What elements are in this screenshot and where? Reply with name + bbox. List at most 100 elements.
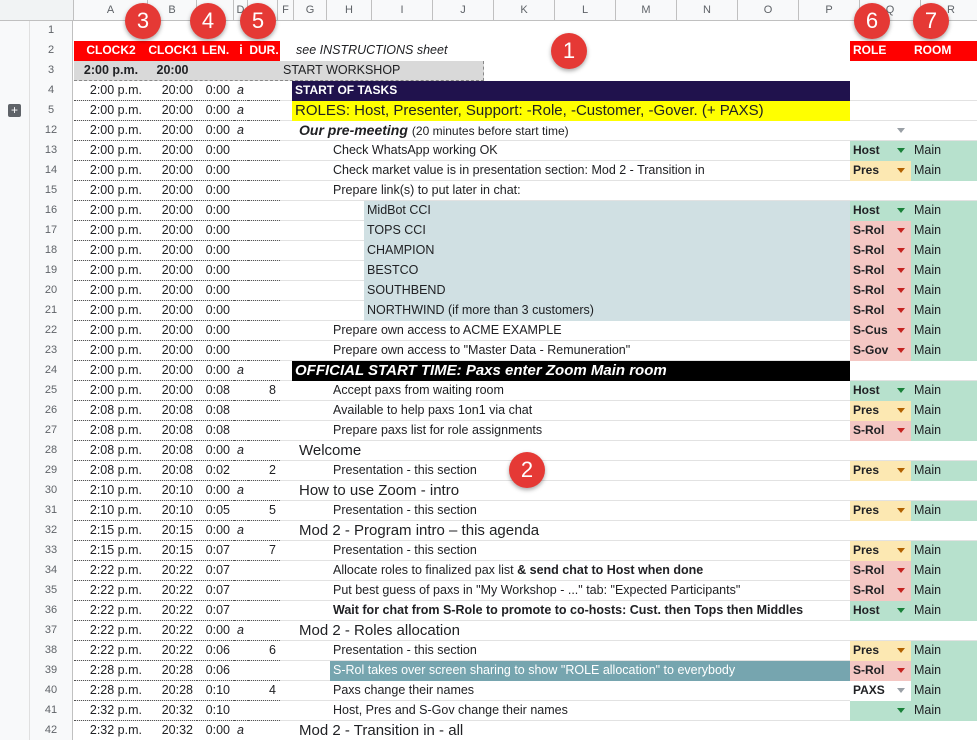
row-number[interactable]: 31 [30, 501, 73, 521]
clock2-cell[interactable]: 2:00 p.m. [74, 181, 148, 201]
dropdown-arrow-icon[interactable] [897, 708, 905, 713]
row-number[interactable]: 29 [30, 461, 73, 481]
clock1-cell[interactable]: 20:28 [148, 681, 197, 701]
dropdown-arrow-icon[interactable] [897, 388, 905, 393]
dropdown-arrow-icon[interactable] [897, 648, 905, 653]
clock2-cell[interactable]: 2:00 p.m. [74, 161, 148, 181]
info-cell[interactable] [234, 261, 248, 281]
info-cell[interactable] [234, 701, 248, 721]
room-cell[interactable]: Main [911, 341, 977, 361]
row-number[interactable]: 16 [30, 201, 73, 221]
dur-cell[interactable]: 2 [248, 461, 280, 481]
row-number[interactable]: 12 [30, 121, 73, 141]
clock1-cell[interactable]: 20:00 [148, 121, 197, 141]
dur-cell[interactable] [248, 621, 280, 641]
task-text[interactable]: TOPS CCI [364, 221, 850, 241]
dur-cell[interactable] [248, 661, 280, 681]
task-text[interactable]: How to use Zoom - intro [296, 481, 850, 501]
clock2-cell[interactable]: 2:00 p.m. [74, 301, 148, 321]
clock1-cell[interactable]: 20:00 [148, 261, 197, 281]
len-cell[interactable]: 0:00 [197, 341, 234, 361]
room-cell[interactable]: Main [911, 561, 977, 581]
task-text[interactable]: START OF TASKS [292, 81, 850, 101]
row-number[interactable]: 39 [30, 661, 73, 681]
clock1-cell[interactable]: 20:00 [148, 301, 197, 321]
info-cell[interactable]: a [234, 101, 248, 121]
row-number[interactable]: 4 [30, 81, 73, 101]
info-cell[interactable]: a [234, 361, 248, 381]
role-dropdown-toggle[interactable] [850, 641, 911, 661]
dropdown-arrow-icon[interactable] [897, 328, 905, 333]
clock1-cell[interactable]: 20:32 [148, 701, 197, 721]
dur-cell[interactable] [248, 301, 280, 321]
dur-cell[interactable] [248, 101, 280, 121]
clock1-cell[interactable]: 20:32 [148, 721, 197, 740]
clock1-cell[interactable]: 20:22 [148, 581, 197, 601]
row-number[interactable]: 5 [30, 101, 73, 121]
dropdown-arrow-icon[interactable] [897, 288, 905, 293]
dur-cell[interactable] [248, 361, 280, 381]
clock1-cell[interactable]: 20:08 [148, 421, 197, 441]
column-header[interactable]: N [677, 0, 738, 21]
clock1-cell[interactable]: 20:08 [148, 461, 197, 481]
task-text[interactable]: Allocate roles to finalized pax list & s… [330, 561, 884, 581]
clock2-cell[interactable]: 2:00 p.m. [74, 101, 148, 121]
row-number[interactable]: 25 [30, 381, 73, 401]
info-cell[interactable]: a [234, 481, 248, 501]
room-cell[interactable]: Main [911, 581, 977, 601]
info-cell[interactable]: a [234, 521, 248, 541]
clock2-cell[interactable]: 2:00 p.m. [74, 81, 148, 101]
task-text[interactable]: Accept paxs from waiting room [330, 381, 884, 401]
dur-cell[interactable] [248, 581, 280, 601]
room-cell[interactable]: Main [911, 541, 977, 561]
room-cell[interactable]: Main [911, 681, 977, 701]
clock1-cell[interactable]: 20:00 [148, 141, 197, 161]
room-cell[interactable]: Main [911, 401, 977, 421]
clock1-cell[interactable]: 20:08 [148, 401, 197, 421]
role-dropdown-toggle[interactable] [850, 661, 911, 681]
len-cell[interactable]: 0:00 [197, 201, 234, 221]
dur-cell[interactable] [248, 421, 280, 441]
role-dropdown-toggle[interactable] [850, 141, 911, 161]
clock1-cell[interactable]: 20:10 [148, 501, 197, 521]
clock1-cell[interactable]: 20:15 [148, 521, 197, 541]
clock2-cell[interactable]: 2:00 p.m. [74, 121, 148, 141]
task-text[interactable]: Welcome [296, 441, 850, 461]
row-number[interactable]: 3 [30, 61, 73, 81]
info-cell[interactable]: a [234, 81, 248, 101]
role-dropdown-toggle[interactable] [850, 261, 911, 281]
dur-cell[interactable] [248, 241, 280, 261]
len-cell[interactable]: 0:00 [197, 281, 234, 301]
len-cell[interactable]: 0:07 [197, 561, 234, 581]
row-number[interactable]: 32 [30, 521, 73, 541]
role-dropdown-toggle[interactable] [850, 561, 911, 581]
task-text[interactable]: Put best guess of paxs in "My Workshop -… [330, 581, 884, 601]
row-number[interactable]: 2 [30, 41, 73, 61]
info-cell[interactable] [234, 661, 248, 681]
info-cell[interactable]: a [234, 621, 248, 641]
len-cell[interactable]: 0:00 [197, 261, 234, 281]
column-header[interactable]: H [327, 0, 372, 21]
clock2-cell[interactable]: 2:22 p.m. [74, 601, 148, 621]
row-number[interactable]: 24 [30, 361, 73, 381]
room-cell[interactable]: Main [911, 701, 977, 721]
column-header[interactable]: M [616, 0, 677, 21]
dur-cell[interactable] [248, 701, 280, 721]
row-number[interactable]: 40 [30, 681, 73, 701]
info-cell[interactable] [234, 281, 248, 301]
task-text[interactable]: Wait for chat from S-Role to promote to … [330, 601, 884, 621]
info-cell[interactable] [234, 421, 248, 441]
clock2-cell[interactable]: 2:00 p.m. [74, 241, 148, 261]
clock1-cell[interactable]: 20:00 [148, 221, 197, 241]
clock2-cell[interactable]: 2:22 p.m. [74, 621, 148, 641]
task-text[interactable]: Our pre-meeting (20 minutes before start … [296, 121, 850, 141]
dropdown-arrow-icon[interactable] [897, 128, 905, 133]
expand-group-icon[interactable]: + [8, 104, 21, 117]
room-cell[interactable]: Main [911, 261, 977, 281]
len-cell[interactable]: 0:00 [197, 301, 234, 321]
role-dropdown-toggle[interactable] [850, 501, 911, 521]
row-number[interactable]: 23 [30, 341, 73, 361]
dur-cell[interactable] [248, 281, 280, 301]
room-cell[interactable]: Main [911, 421, 977, 441]
clock1-cell[interactable]: 20:00 [148, 161, 197, 181]
